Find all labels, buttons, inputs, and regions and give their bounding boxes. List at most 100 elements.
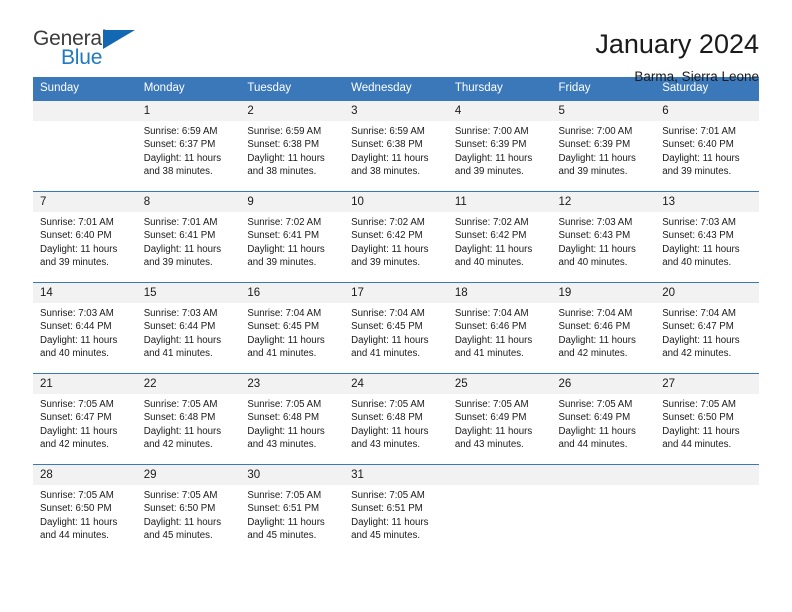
day-detail-line: Sunset: 6:42 PM [351, 230, 423, 242]
day-details: Sunrise: 7:05 AM Sunset: 6:48 PM Daylight:… [137, 394, 241, 452]
day-detail-line: and 39 minutes. [143, 257, 213, 269]
calendar-day-cell[interactable]: 16 Sunrise: 7:04 AM Sunset: 6:45 PM Dayligh… [240, 282, 345, 374]
weekday-header-tuesday: Tuesday [240, 77, 345, 101]
day-detail-line: Sunset: 6:39 PM [558, 139, 631, 151]
day-detail-line: Daylight: 11 hours [40, 243, 118, 255]
day-details: Sunrise: 7:04 AM Sunset: 6:46 PM Daylight:… [552, 303, 656, 361]
day-number: 4 [447, 101, 552, 121]
calendar-day-cell[interactable]: 15 Sunrise: 7:03 AM Sunset: 6:44 PM Dayligh… [136, 282, 241, 374]
day-detail-line: and 38 minutes. [143, 166, 213, 178]
day-number: 17 [344, 283, 448, 303]
day-detail-line: Sunset: 6:47 PM [662, 321, 734, 333]
calendar-day-cell[interactable]: 29 Sunrise: 7:05 AM Sunset: 6:50 PM Dayligh… [136, 464, 241, 555]
day-detail-line: and 44 minutes. [40, 530, 109, 542]
day-detail-line: Sunrise: 6:59 AM [143, 126, 218, 137]
day-details: Sunrise: 7:01 AM Sunset: 6:40 PM Daylight:… [33, 212, 137, 270]
day-detail-line: and 45 minutes. [351, 530, 421, 542]
calendar-day-cell[interactable]: 5 Sunrise: 7:00 AM Sunset: 6:39 PM Daylight… [551, 100, 656, 192]
calendar-day-cell[interactable]: 4 Sunrise: 7:00 AM Sunset: 6:39 PM Daylight… [447, 100, 552, 192]
calendar-day-cell[interactable]: 23 Sunrise: 7:05 AM Sunset: 6:48 PM Dayligh… [240, 373, 345, 465]
calendar-cell-empty [33, 100, 137, 192]
calendar-day-cell[interactable]: 19 Sunrise: 7:04 AM Sunset: 6:46 PM Dayligh… [551, 282, 656, 374]
day-number: 30 [240, 465, 345, 485]
calendar-day-cell[interactable]: 27 Sunrise: 7:05 AM Sunset: 6:50 PM Dayligh… [655, 373, 759, 465]
day-number: 29 [136, 465, 241, 485]
day-detail-line: Sunset: 6:48 PM [351, 412, 423, 424]
calendar-day-cell[interactable]: 21 Sunrise: 7:05 AM Sunset: 6:47 PM Dayligh… [33, 373, 137, 465]
calendar-day-cell[interactable]: 25 Sunrise: 7:05 AM Sunset: 6:49 PM Dayligh… [447, 373, 552, 465]
calendar-day-cell[interactable]: 7 Sunrise: 7:01 AM Sunset: 6:40 PM Daylight… [33, 191, 137, 283]
calendar-day-cell[interactable]: 14 Sunrise: 7:03 AM Sunset: 6:44 PM Dayligh… [33, 282, 137, 374]
day-details: Sunrise: 7:05 AM Sunset: 6:51 PM Daylight:… [344, 485, 448, 543]
calendar-day-cell[interactable]: 10 Sunrise: 7:02 AM Sunset: 6:42 PM Dayligh… [344, 191, 448, 283]
day-detail-line: Sunrise: 7:03 AM [143, 308, 218, 319]
calendar-day-cell[interactable]: 22 Sunrise: 7:05 AM Sunset: 6:48 PM Dayligh… [136, 373, 241, 465]
day-detail-line: Daylight: 11 hours [40, 516, 118, 528]
day-details: Sunrise: 7:04 AM Sunset: 6:45 PM Daylight:… [344, 303, 448, 361]
day-detail-line: Sunrise: 7:05 AM [143, 490, 218, 501]
calendar-day-cell[interactable]: 24 Sunrise: 7:05 AM Sunset: 6:48 PM Dayligh… [344, 373, 448, 465]
day-detail-line: Daylight: 11 hours [143, 243, 222, 255]
day-detail-line: Sunset: 6:46 PM [558, 321, 631, 333]
day-details: Sunrise: 7:03 AM Sunset: 6:44 PM Daylight:… [33, 303, 137, 361]
day-number: 22 [136, 374, 241, 394]
calendar-day-cell[interactable]: 18 Sunrise: 7:04 AM Sunset: 6:46 PM Dayligh… [447, 282, 552, 374]
day-detail-line: Daylight: 11 hours [143, 152, 222, 164]
weekday-header-monday: Monday [136, 77, 241, 101]
day-detail-line: Sunrise: 7:00 AM [454, 126, 529, 137]
day-details: Sunrise: 7:02 AM Sunset: 6:42 PM Daylight:… [448, 212, 552, 270]
day-detail-line: Sunrise: 7:00 AM [558, 126, 633, 137]
day-details: Sunrise: 7:04 AM Sunset: 6:45 PM Daylight:… [240, 303, 344, 361]
day-details: Sunrise: 7:04 AM Sunset: 6:47 PM Daylight:… [655, 303, 759, 361]
page-header: General Blue January 2024 Barma, Sierra … [33, 0, 759, 84]
calendar-day-cell[interactable]: 13 Sunrise: 7:03 AM Sunset: 6:43 PM Dayligh… [655, 191, 759, 283]
calendar-day-cell[interactable]: 9 Sunrise: 7:02 AM Sunset: 6:41 PM Daylight… [240, 191, 345, 283]
calendar-day-cell[interactable]: 2 Sunrise: 6:59 AM Sunset: 6:38 PM Daylight… [240, 100, 345, 192]
day-detail-line: and 38 minutes. [351, 166, 421, 178]
day-number: 15 [136, 283, 241, 303]
day-number: 21 [33, 374, 137, 394]
day-detail-line: and 43 minutes. [454, 439, 524, 451]
day-detail-line: and 42 minutes. [558, 348, 628, 360]
day-detail-line: Sunrise: 7:01 AM [662, 126, 736, 137]
calendar-day-cell[interactable]: 6 Sunrise: 7:01 AM Sunset: 6:40 PM Daylight… [655, 100, 759, 192]
day-detail-line: and 43 minutes. [247, 439, 317, 451]
logo-text-blue: Blue [61, 46, 103, 69]
day-number: 24 [344, 374, 448, 394]
calendar-cell-empty [447, 464, 552, 555]
day-detail-line: and 39 minutes. [454, 166, 524, 178]
day-detail-line: and 39 minutes. [247, 257, 317, 269]
day-detail-line: Sunset: 6:47 PM [40, 412, 112, 424]
day-detail-line: Daylight: 11 hours [247, 152, 325, 164]
calendar-day-cell[interactable]: 20 Sunrise: 7:04 AM Sunset: 6:47 PM Dayligh… [655, 282, 759, 374]
calendar-day-cell[interactable]: 30 Sunrise: 7:05 AM Sunset: 6:51 PM Dayligh… [240, 464, 345, 555]
calendar-day-cell[interactable]: 31 Sunrise: 7:05 AM Sunset: 6:51 PM Dayligh… [344, 464, 448, 555]
calendar-day-cell[interactable]: 12 Sunrise: 7:03 AM Sunset: 6:43 PM Dayligh… [551, 191, 656, 283]
calendar-day-cell[interactable]: 17 Sunrise: 7:04 AM Sunset: 6:45 PM Dayligh… [344, 282, 448, 374]
calendar-day-cell[interactable]: 11 Sunrise: 7:02 AM Sunset: 6:42 PM Dayligh… [447, 191, 552, 283]
day-detail-line: Sunset: 6:39 PM [454, 139, 527, 151]
general-blue-logo[interactable]: General Blue [33, 28, 143, 72]
calendar-table: Sunday Monday Tuesday Wednesday Thursday… [33, 77, 759, 555]
day-number: 9 [240, 192, 345, 212]
calendar-day-cell[interactable]: 3 Sunrise: 6:59 AM Sunset: 6:38 PM Daylight… [344, 100, 448, 192]
day-detail-line: and 41 minutes. [247, 348, 317, 360]
day-number: 18 [447, 283, 552, 303]
day-details: Sunrise: 7:05 AM Sunset: 6:50 PM Daylight:… [137, 485, 241, 543]
day-details: Sunrise: 7:05 AM Sunset: 6:48 PM Daylight:… [240, 394, 344, 452]
day-detail-line: and 41 minutes. [454, 348, 524, 360]
day-details: Sunrise: 6:59 AM Sunset: 6:38 PM Daylight:… [344, 121, 448, 179]
day-detail-line: Daylight: 11 hours [454, 152, 533, 164]
day-detail-line: Daylight: 11 hours [662, 152, 740, 164]
day-detail-line: Daylight: 11 hours [558, 334, 636, 346]
calendar-day-cell[interactable]: 1 Sunrise: 6:59 AM Sunset: 6:37 PM Daylight… [136, 100, 241, 192]
calendar-day-cell[interactable]: 8 Sunrise: 7:01 AM Sunset: 6:41 PM Daylight… [136, 191, 241, 283]
day-detail-line: Sunset: 6:51 PM [247, 503, 320, 515]
calendar-day-cell[interactable]: 26 Sunrise: 7:05 AM Sunset: 6:49 PM Dayligh… [551, 373, 656, 465]
calendar-day-cell[interactable]: 28 Sunrise: 7:05 AM Sunset: 6:50 PM Dayligh… [33, 464, 137, 555]
day-details: Sunrise: 7:04 AM Sunset: 6:46 PM Daylight:… [448, 303, 552, 361]
day-details: Sunrise: 7:05 AM Sunset: 6:48 PM Daylight:… [344, 394, 448, 452]
day-detail-line: Sunset: 6:38 PM [247, 139, 320, 151]
day-detail-line: Sunrise: 7:01 AM [143, 217, 218, 228]
day-detail-line: Sunrise: 7:05 AM [351, 399, 425, 410]
